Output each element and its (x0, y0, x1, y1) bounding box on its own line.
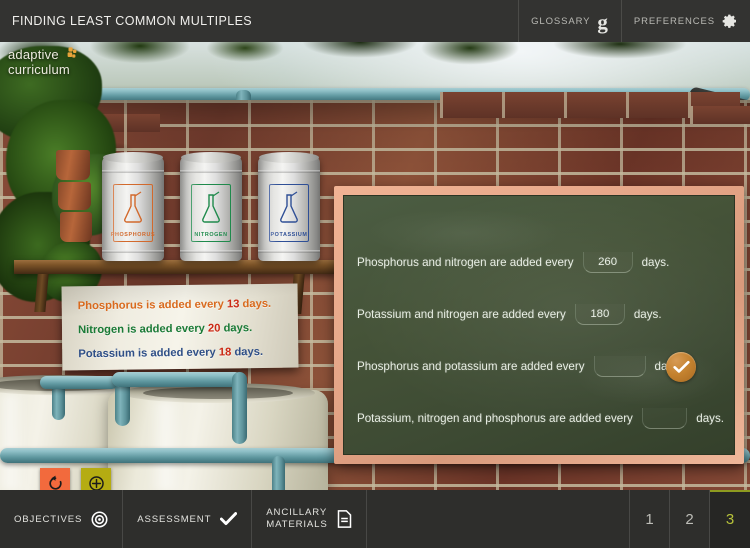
sign-text-prefix: Nitrogen is added every (77, 322, 209, 337)
storage-tank-right (108, 383, 328, 490)
info-sign: Phosphorus is added every 13 days. Nitro… (61, 283, 299, 371)
question-unit: days. (696, 412, 724, 425)
ancillary-label-line2: MATERIALS (266, 519, 328, 530)
question-row-4: Potassium, nitrogen and phosphorus are a… (357, 408, 724, 429)
assessment-button[interactable]: ASSESSMENT (123, 490, 253, 548)
reset-button[interactable] (40, 468, 70, 490)
question-unit: days. (633, 308, 662, 321)
question-unit: days. (641, 256, 670, 269)
chalkboard-frame: Phosphorus and nitrogen are added every … (334, 186, 744, 464)
question-text: Phosphorus and potassium are added every (357, 360, 585, 373)
answer-input-2[interactable]: 180 (574, 304, 625, 325)
reset-circular-arrow-icon (48, 475, 62, 490)
shelf-board (14, 260, 336, 274)
sign-text-prefix: Potassium is added every (78, 346, 219, 361)
check-icon (220, 512, 238, 526)
sign-line-potassium: Potassium is added every 18 days. (78, 346, 282, 360)
question-row-1: Phosphorus and nitrogen are added every … (357, 252, 724, 273)
question-text: Phosphorus and nitrogen are added every (357, 256, 574, 269)
sign-number: 13 (226, 298, 240, 311)
sign-text-suffix: days. (231, 345, 264, 359)
glossary-button[interactable]: GLOSSARY g (518, 0, 621, 42)
glossary-label: GLOSSARY (531, 15, 591, 27)
objectives-button[interactable]: OBJECTIVES (0, 490, 124, 548)
preferences-button[interactable]: PREFERENCES (620, 0, 750, 42)
page-title: FINDING LEAST COMMON MULTIPLES (12, 14, 253, 28)
page-button-3[interactable]: 3 (710, 490, 750, 548)
pipe-right-riser (232, 372, 247, 444)
canister-name: PHOSPHORUS (110, 232, 156, 238)
assessment-label: ASSESSMENT (137, 513, 212, 525)
answer-input-1[interactable]: 260 (582, 252, 633, 273)
pipe-right-drop (272, 456, 285, 490)
sign-text-prefix: Phosphorus is added every (77, 298, 228, 313)
check-icon (672, 360, 690, 373)
bottom-bar-spacer (367, 490, 630, 548)
page-button-1[interactable]: 1 (630, 490, 670, 548)
top-bar: FINDING LEAST COMMON MULTIPLES GLOSSARY … (0, 0, 750, 42)
zoom-in-button[interactable] (81, 468, 111, 490)
sign-text-suffix: days. (239, 297, 272, 311)
chalk-smudge (364, 208, 564, 258)
canister-name: POTASSIUM (270, 232, 308, 238)
ancillary-label-line1: ANCILLARY (266, 507, 328, 518)
canister-name: NITROGEN (194, 232, 228, 238)
canister-lid (103, 152, 163, 163)
target-icon (91, 510, 108, 528)
preferences-label: PREFERENCES (633, 15, 715, 27)
submit-answer-button[interactable] (666, 352, 696, 382)
pipe-elbow-left-arm (40, 376, 118, 389)
flower-pot-upper (56, 150, 90, 180)
ancillary-label: ANCILLARY MATERIALS (266, 507, 327, 531)
canister-label: PHOSPHORUS (110, 184, 156, 242)
canister-highlight (109, 166, 117, 251)
brick-step-right (690, 106, 750, 124)
canister-nitrogen[interactable]: NITROGEN (180, 152, 242, 261)
sign-text-suffix: days. (220, 322, 253, 335)
canister-label: NITROGEN (191, 184, 231, 242)
plus-circle-icon (88, 475, 104, 490)
sign-line-phosphorus: Phosphorus is added every 13 days. (78, 298, 282, 312)
question-text: Potassium, nitrogen and phosphorus are a… (357, 412, 633, 425)
bottom-bar: OBJECTIVES ASSESSMENT ANCILLARY MATERIAL… (0, 490, 750, 548)
canister-potassium[interactable]: POTASSIUM (258, 152, 320, 261)
tank-rim-inner (143, 387, 293, 399)
canister-highlight (265, 166, 273, 251)
lesson-scene: PHOSPHORUS NITROGEN POTASSIUM Phosphorus… (0, 42, 750, 490)
tank-highlight (0, 394, 26, 490)
canister-lid (259, 152, 319, 163)
glossary-g-icon: g (597, 9, 609, 34)
question-text: Potassium and nitrogen are added every (357, 308, 566, 321)
question-row-2: Potassium and nitrogen are added every 1… (357, 304, 724, 325)
canister-highlight (187, 166, 195, 251)
answer-input-4[interactable] (641, 408, 688, 429)
document-icon (337, 510, 352, 528)
sign-number: 18 (218, 346, 232, 359)
chalkboard: Phosphorus and nitrogen are added every … (343, 195, 735, 455)
canister-phosphorus[interactable]: PHOSPHORUS (102, 152, 164, 261)
objectives-label: OBJECTIVES (14, 513, 83, 525)
flower-pot-lower (60, 212, 92, 242)
app-root: FINDING LEAST COMMON MULTIPLES GLOSSARY … (0, 0, 750, 548)
ancillary-materials-button[interactable]: ANCILLARY MATERIALS (252, 490, 367, 548)
gear-icon (722, 13, 738, 29)
pipe-elbow-mid-arm (112, 372, 242, 387)
answer-input-3[interactable] (593, 356, 646, 377)
sign-number: 20 (207, 322, 221, 335)
canister-lid (181, 152, 241, 163)
flower-pot-mid (58, 182, 91, 210)
tank-highlight (147, 401, 183, 490)
canister-label: POTASSIUM (269, 184, 309, 242)
sign-line-nitrogen: Nitrogen is added every 20 days. (78, 322, 282, 336)
page-button-2[interactable]: 2 (670, 490, 710, 548)
